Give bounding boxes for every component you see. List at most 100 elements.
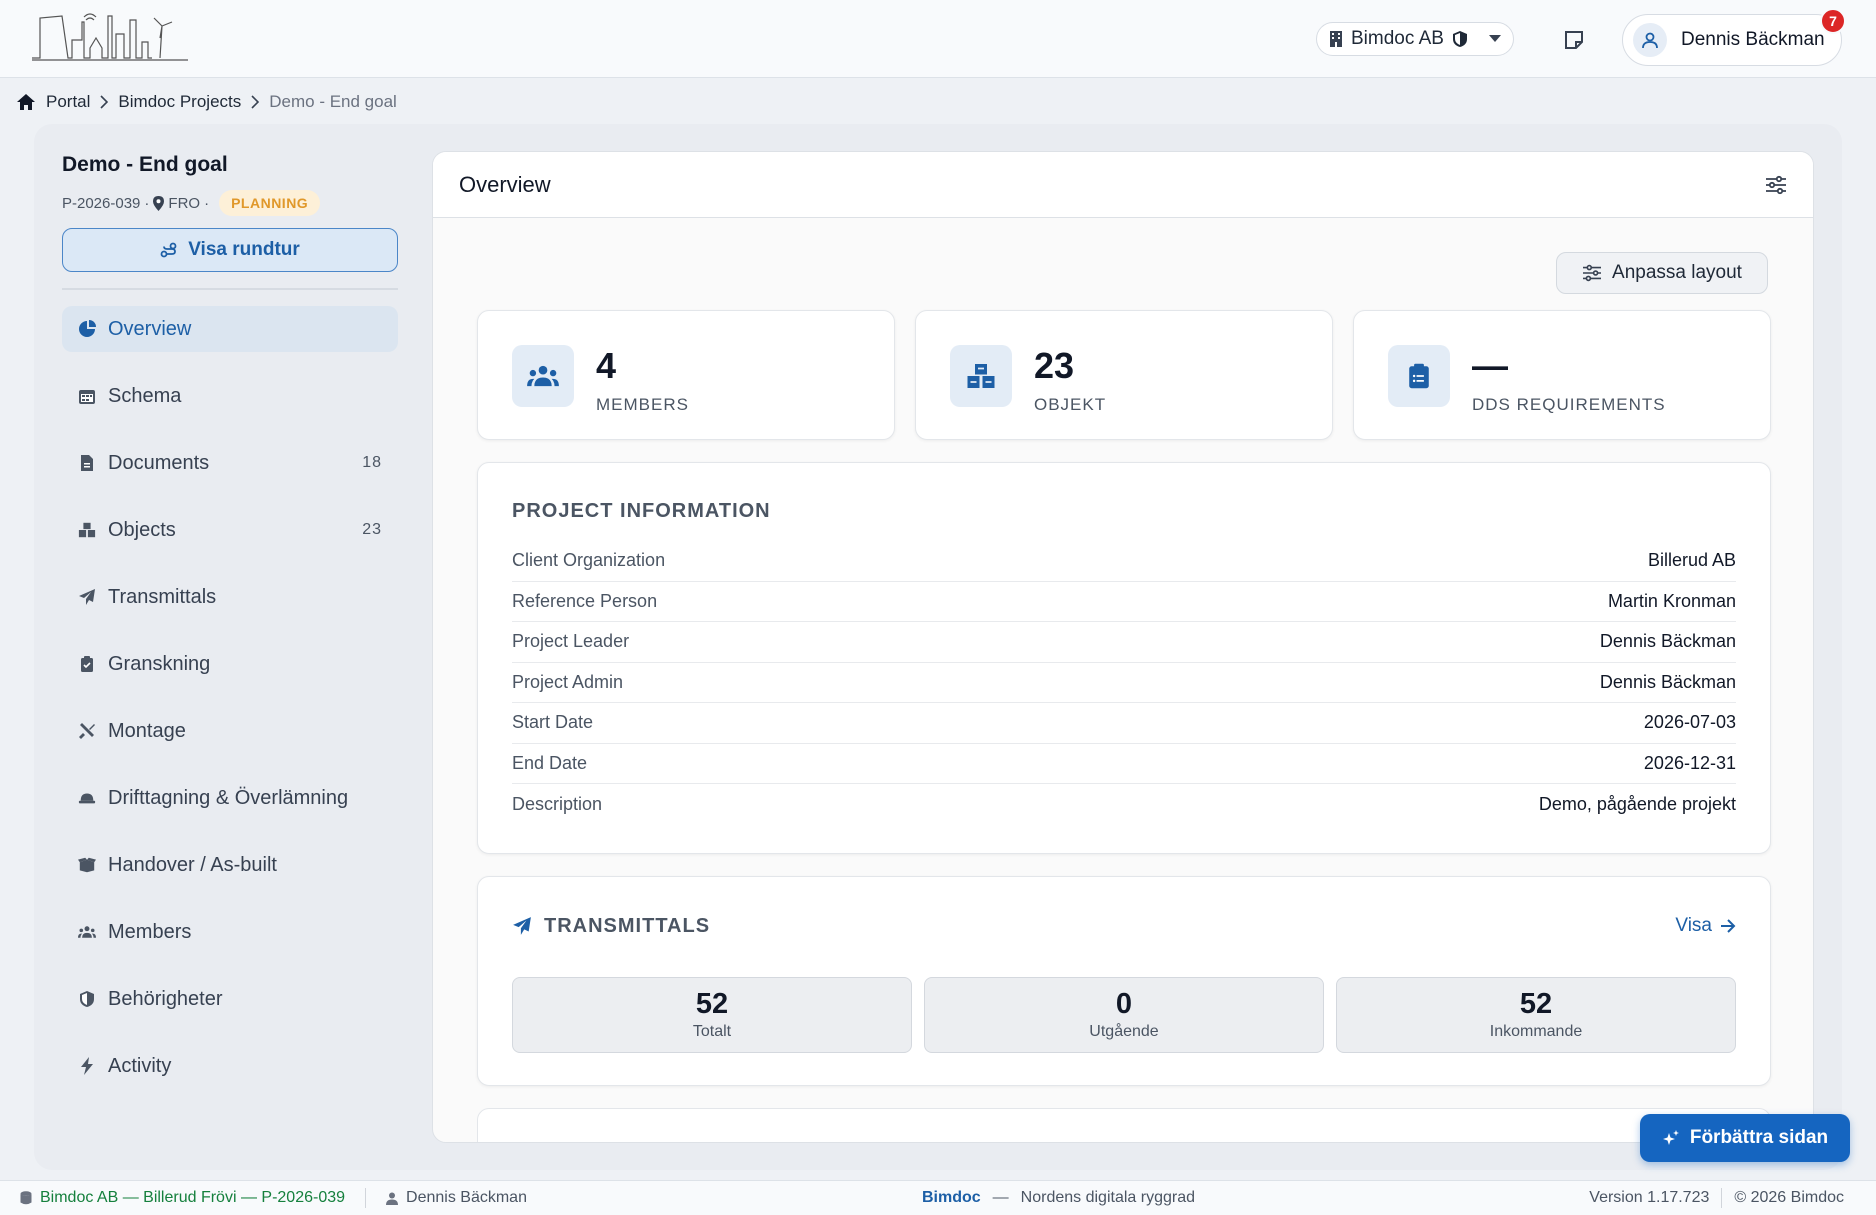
project-title: Demo - End goal: [62, 153, 228, 176]
breadcrumb-projects[interactable]: Bimdoc Projects: [118, 92, 241, 112]
organization-name: Bimdoc AB: [1351, 28, 1444, 49]
home-icon[interactable]: [16, 93, 36, 111]
sidebar-item-label: Schema: [108, 384, 182, 407]
info-row-project-leader: Project Leader Dennis Bäckman: [512, 622, 1736, 663]
show-tour-button[interactable]: Visa rundtur: [62, 228, 398, 272]
customize-layout-label: Anpassa layout: [1612, 262, 1742, 283]
info-value: 2026-07-03: [1643, 712, 1736, 733]
info-key: Description: [512, 793, 603, 814]
info-key: End Date: [512, 752, 588, 773]
page-title: Overview: [459, 171, 551, 197]
sidebar-item-objects[interactable]: Objects 23: [62, 507, 398, 553]
info-key: Reference Person: [512, 590, 658, 611]
transmittals-header: TRANSMITTALS Visa: [512, 911, 1736, 941]
box-open-icon: [78, 857, 96, 873]
footer: Bimdoc AB — Billerud Frövi — P-2026-039 …: [0, 1180, 1876, 1215]
breadcrumb-current: Demo - End goal: [269, 92, 397, 111]
stat-icon: [512, 345, 574, 407]
sidebar-item-label: Montage: [108, 719, 186, 742]
sidebar-item-documents[interactable]: Documents 18: [62, 440, 398, 486]
sidebar-item-drifttagning[interactable]: Drifttagning & Överlämning: [62, 775, 398, 821]
breadcrumb-portal[interactable]: Portal: [46, 92, 90, 112]
transmittals-outgoing-label: Utgående: [1089, 1023, 1159, 1040]
customize-layout-button[interactable]: Anpassa layout: [1556, 252, 1768, 294]
sidebar-item-members[interactable]: Members: [62, 909, 398, 955]
notification-badge[interactable]: 7: [1820, 8, 1846, 34]
info-key: Project Admin: [512, 671, 624, 692]
view-link-label: Visa: [1675, 915, 1712, 936]
sidebar-item-transmittals[interactable]: Transmittals: [62, 574, 398, 620]
stat-value: 23: [1034, 345, 1075, 386]
sidebar-item-label: Activity: [108, 1054, 172, 1077]
sidebar-item-granskning[interactable]: Granskning: [62, 641, 398, 687]
calendar-icon: [79, 390, 95, 404]
paper-plane-icon: [79, 589, 95, 605]
stat-icon: [1388, 345, 1450, 407]
clipboard-list-icon: [1409, 363, 1429, 389]
stat-value: —: [1472, 345, 1508, 386]
city-skyline-logo[interactable]: [32, 10, 188, 68]
footer-brand[interactable]: Bimdoc: [922, 1189, 981, 1207]
footer-center: Bimdoc — Nordens digitala ryggrad: [922, 1189, 1195, 1207]
sidebar-item-overview[interactable]: Overview: [62, 306, 398, 352]
stat-label: MEMBERS: [596, 395, 689, 414]
document-icon: [81, 455, 93, 471]
transmittals-card: TRANSMITTALS Visa 52 Totalt 0 Utgående 5…: [477, 876, 1771, 1086]
user-menu[interactable]: Dennis Bäckman: [1622, 14, 1842, 66]
bolt-icon: [81, 1057, 93, 1075]
objects-count-badge: 23: [362, 521, 382, 538]
footer-left: Bimdoc AB — Billerud Frövi — P-2026-039 …: [20, 1188, 920, 1208]
stat-card-objects[interactable]: 23 OBJEKT: [915, 310, 1333, 440]
info-row-end-date: End Date 2026-12-31: [512, 744, 1736, 784]
view-transmittals-link[interactable]: Visa: [1675, 915, 1736, 937]
sidebar-divider: [62, 288, 398, 290]
users-icon: [78, 926, 96, 938]
transmittals-outgoing-box[interactable]: 0 Utgående: [924, 977, 1324, 1053]
chevron-right-icon: [251, 95, 260, 109]
sliders-icon[interactable]: [1765, 175, 1787, 195]
arrow-right-icon: [1721, 919, 1736, 933]
info-value: Demo, pågående projekt: [1538, 793, 1736, 814]
sidebar-item-label: Granskning: [108, 652, 211, 675]
organization-select[interactable]: Bimdoc AB: [1316, 22, 1514, 56]
chevron-right-icon: [100, 95, 109, 109]
sidebar-nav: Overview Schema Documents 18 Objects 23 …: [62, 306, 398, 1089]
shield-icon: [80, 991, 94, 1007]
project-information-card: PROJECT INFORMATION Client Organization …: [477, 462, 1771, 854]
cubes-icon: [967, 364, 995, 388]
transmittals-incoming-label: Inkommande: [1489, 1023, 1583, 1040]
section-title: TRANSMITTALS: [544, 915, 711, 937]
stat-label: DDS REQUIREMENTS: [1472, 395, 1666, 414]
transmittals-total-box[interactable]: 52 Totalt: [512, 977, 912, 1053]
paper-plane-icon: [513, 917, 531, 935]
clipboard-check-icon: [81, 656, 93, 672]
sidebar-item-handover[interactable]: Handover / As-built: [62, 842, 398, 888]
sticky-note-icon[interactable]: [1562, 28, 1586, 52]
sidebar: Demo - End goal P-2026-039 · FRO · PLANN…: [62, 150, 398, 1110]
info-row-description: Description Demo, pågående projekt: [512, 784, 1736, 825]
info-key: Start Date: [512, 712, 594, 733]
transmittals-total-label: Totalt: [692, 1023, 732, 1040]
sidebar-item-label: Objects: [108, 518, 176, 541]
stat-card-members[interactable]: 4 MEMBERS: [477, 310, 895, 440]
sidebar-item-behorigheter[interactable]: Behörigheter: [62, 976, 398, 1022]
info-row-project-admin: Project Admin Dennis Bäckman: [512, 663, 1736, 703]
sidebar-item-label: Drifttagning & Överlämning: [108, 786, 349, 809]
route-icon: [160, 242, 177, 258]
map-pin-icon: [153, 195, 165, 211]
stat-card-dds-requirements[interactable]: — DDS REQUIREMENTS: [1353, 310, 1771, 440]
breadcrumb: Portal Bimdoc Projects Demo - End goal: [16, 90, 397, 114]
sidebar-item-montage[interactable]: Montage: [62, 708, 398, 754]
cubes-icon: [78, 522, 96, 538]
pie-chart-icon: [79, 320, 96, 337]
sparkles-icon: [1662, 1130, 1679, 1145]
transmittals-total-value: 52: [695, 988, 729, 1020]
sidebar-item-activity[interactable]: Activity: [62, 1043, 398, 1089]
improve-page-button[interactable]: Förbättra sidan: [1640, 1114, 1850, 1162]
footer-right: Version 1.17.723 © 2026 Bimdoc: [1589, 1188, 1844, 1208]
footer-version: Version 1.17.723: [1589, 1189, 1710, 1206]
sidebar-item-schema[interactable]: Schema: [62, 373, 398, 419]
chevron-down-icon: [1489, 35, 1501, 42]
transmittals-incoming-box[interactable]: 52 Inkommande: [1336, 977, 1736, 1053]
info-value: Dennis Bäckman: [1599, 631, 1736, 652]
